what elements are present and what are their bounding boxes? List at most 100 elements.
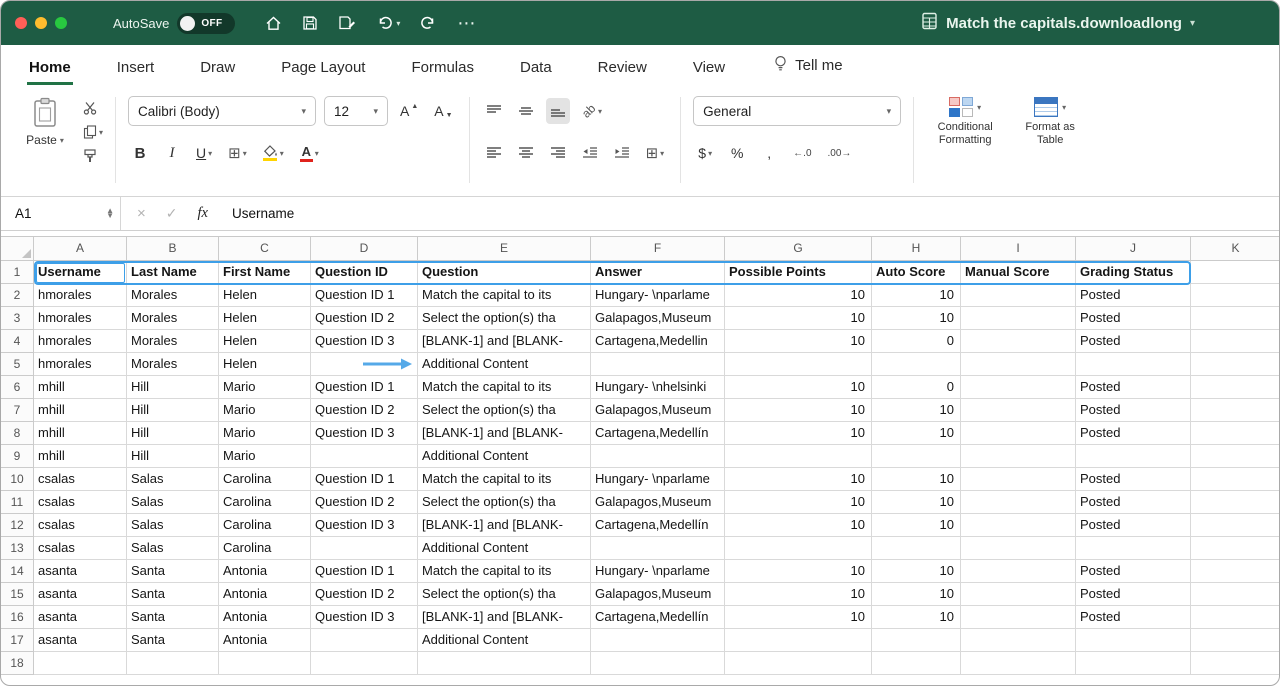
tab-draw[interactable]: Draw xyxy=(198,59,237,85)
cell-H5[interactable] xyxy=(872,353,961,376)
cell-B17[interactable]: Santa xyxy=(127,629,219,652)
font-name-select[interactable]: Calibri (Body) ▾ xyxy=(128,96,316,126)
paste-button[interactable]: Paste ▾ xyxy=(17,95,73,163)
cell-E14[interactable]: Match the capital to its xyxy=(418,560,591,583)
cell-A18[interactable] xyxy=(34,652,127,675)
cell-A3[interactable]: hmorales xyxy=(34,307,127,330)
cell-I2[interactable] xyxy=(961,284,1076,307)
cell-F4[interactable]: Cartagena,Medellin xyxy=(591,330,725,353)
row-header-9[interactable]: 9 xyxy=(1,445,34,468)
cell-A1[interactable]: Username xyxy=(34,261,127,284)
cell-C10[interactable]: Carolina xyxy=(219,468,311,491)
cell-J8[interactable]: Posted xyxy=(1076,422,1191,445)
row-header-15[interactable]: 15 xyxy=(1,583,34,606)
cell-B18[interactable] xyxy=(127,652,219,675)
cell-I15[interactable] xyxy=(961,583,1076,606)
copy-dropdown-icon[interactable]: ▾ xyxy=(99,128,103,137)
cell-C12[interactable]: Carolina xyxy=(219,514,311,537)
cell-K13[interactable] xyxy=(1191,537,1280,560)
tab-review[interactable]: Review xyxy=(596,59,649,85)
cell-H3[interactable]: 10 xyxy=(872,307,961,330)
cell-G12[interactable]: 10 xyxy=(725,514,872,537)
cell-J16[interactable]: Posted xyxy=(1076,606,1191,629)
cell-E6[interactable]: Match the capital to its xyxy=(418,376,591,399)
cell-H11[interactable]: 10 xyxy=(872,491,961,514)
currency-format-button[interactable]: $ ▾ xyxy=(693,140,717,166)
cell-I14[interactable] xyxy=(961,560,1076,583)
cell-D3[interactable]: Question ID 2 xyxy=(311,307,418,330)
minimize-button[interactable] xyxy=(35,17,47,29)
cell-E9[interactable]: Additional Content xyxy=(418,445,591,468)
cell-F10[interactable]: Hungary- \nparlame xyxy=(591,468,725,491)
cell-D13[interactable] xyxy=(311,537,418,560)
cell-D4[interactable]: Question ID 3 xyxy=(311,330,418,353)
cell-H1[interactable]: Auto Score xyxy=(872,261,961,284)
cell-E11[interactable]: Select the option(s) tha xyxy=(418,491,591,514)
row-header-12[interactable]: 12 xyxy=(1,514,34,537)
column-header-D[interactable]: D xyxy=(311,237,418,261)
cell-D18[interactable] xyxy=(311,652,418,675)
cell-C11[interactable]: Carolina xyxy=(219,491,311,514)
cell-F3[interactable]: Galapagos,Museum xyxy=(591,307,725,330)
cell-A17[interactable]: asanta xyxy=(34,629,127,652)
cell-E17[interactable]: Additional Content xyxy=(418,629,591,652)
underline-button[interactable]: U ▾ xyxy=(192,140,216,166)
tab-home[interactable]: Home xyxy=(27,59,73,85)
row-header-18[interactable]: 18 xyxy=(1,652,34,675)
italic-button[interactable]: I xyxy=(160,140,184,166)
cell-A15[interactable]: asanta xyxy=(34,583,127,606)
cell-E7[interactable]: Select the option(s) tha xyxy=(418,399,591,422)
cell-C16[interactable]: Antonia xyxy=(219,606,311,629)
cell-J18[interactable] xyxy=(1076,652,1191,675)
cell-I13[interactable] xyxy=(961,537,1076,560)
column-header-I[interactable]: I xyxy=(961,237,1076,261)
cell-K2[interactable] xyxy=(1191,284,1280,307)
cell-H7[interactable]: 10 xyxy=(872,399,961,422)
cell-D7[interactable]: Question ID 2 xyxy=(311,399,418,422)
cell-H4[interactable]: 0 xyxy=(872,330,961,353)
increase-font-size-button[interactable]: A▲ xyxy=(396,98,422,124)
column-header-E[interactable]: E xyxy=(418,237,591,261)
cell-I5[interactable] xyxy=(961,353,1076,376)
cell-C9[interactable]: Mario xyxy=(219,445,311,468)
cell-B10[interactable]: Salas xyxy=(127,468,219,491)
row-header-2[interactable]: 2 xyxy=(1,284,34,307)
cell-I16[interactable] xyxy=(961,606,1076,629)
row-header-10[interactable]: 10 xyxy=(1,468,34,491)
cell-H12[interactable]: 10 xyxy=(872,514,961,537)
cell-H14[interactable]: 10 xyxy=(872,560,961,583)
cell-K17[interactable] xyxy=(1191,629,1280,652)
row-header-17[interactable]: 17 xyxy=(1,629,34,652)
column-header-F[interactable]: F xyxy=(591,237,725,261)
cell-E18[interactable] xyxy=(418,652,591,675)
cell-E2[interactable]: Match the capital to its xyxy=(418,284,591,307)
cell-B3[interactable]: Morales xyxy=(127,307,219,330)
cell-F8[interactable]: Cartagena,Medellín xyxy=(591,422,725,445)
select-all-corner[interactable] xyxy=(1,237,34,261)
undo-dropdown-icon[interactable]: ▾ xyxy=(396,19,400,28)
cell-K3[interactable] xyxy=(1191,307,1280,330)
cell-H9[interactable] xyxy=(872,445,961,468)
percent-format-button[interactable]: % xyxy=(725,140,749,166)
cell-A4[interactable]: hmorales xyxy=(34,330,127,353)
column-header-H[interactable]: H xyxy=(872,237,961,261)
row-header-7[interactable]: 7 xyxy=(1,399,34,422)
undo-button[interactable]: ▾ xyxy=(376,15,400,31)
cell-C14[interactable]: Antonia xyxy=(219,560,311,583)
cell-I6[interactable] xyxy=(961,376,1076,399)
cell-K11[interactable] xyxy=(1191,491,1280,514)
cell-B1[interactable]: Last Name xyxy=(127,261,219,284)
cell-F7[interactable]: Galapagos,Museum xyxy=(591,399,725,422)
autosave-toggle[interactable]: OFF xyxy=(177,13,235,34)
cell-D9[interactable] xyxy=(311,445,418,468)
cell-G4[interactable]: 10 xyxy=(725,330,872,353)
paste-dropdown-icon[interactable]: ▾ xyxy=(60,136,64,145)
cell-G10[interactable]: 10 xyxy=(725,468,872,491)
cell-C17[interactable]: Antonia xyxy=(219,629,311,652)
cell-C3[interactable]: Helen xyxy=(219,307,311,330)
increase-decimal-button[interactable]: .00→ xyxy=(824,140,856,166)
cell-I7[interactable] xyxy=(961,399,1076,422)
cell-C1[interactable]: First Name xyxy=(219,261,311,284)
bold-button[interactable]: B xyxy=(128,140,152,166)
cell-D8[interactable]: Question ID 3 xyxy=(311,422,418,445)
